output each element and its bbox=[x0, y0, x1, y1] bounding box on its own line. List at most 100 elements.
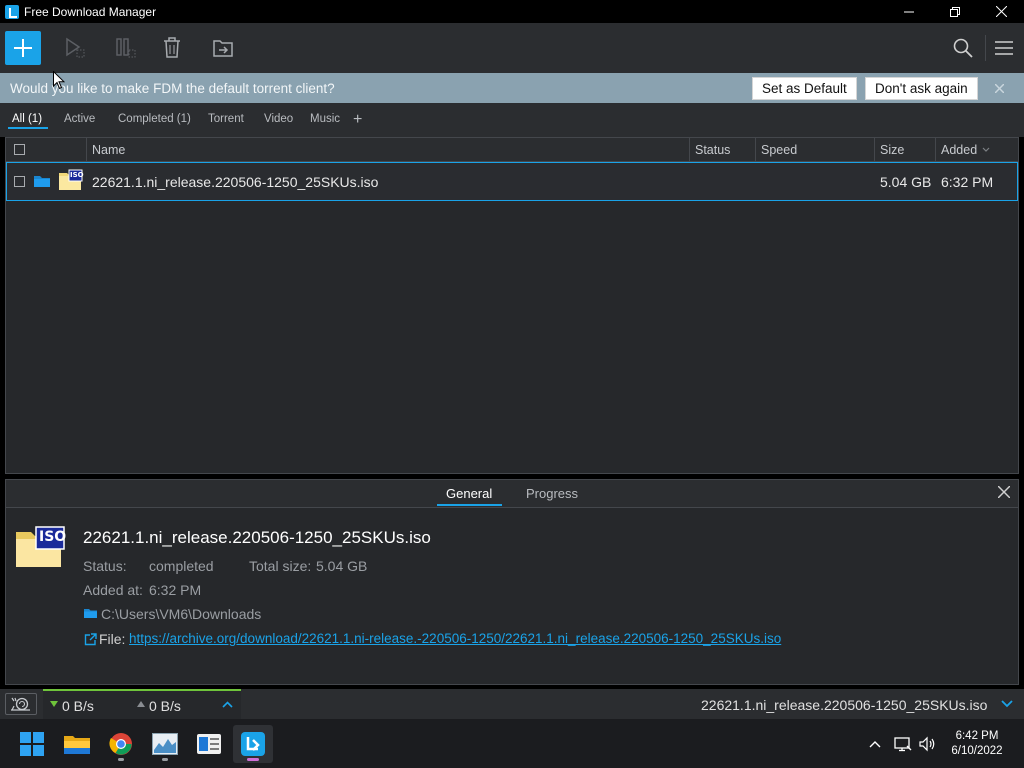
file-source-link[interactable]: https://archive.org/download/22621.1.ni-… bbox=[129, 631, 781, 646]
fdm-icon bbox=[241, 732, 265, 756]
tab-music[interactable]: Music bbox=[310, 113, 340, 125]
set-as-default-button[interactable]: Set as Default bbox=[752, 77, 857, 100]
add-filter-button[interactable]: + bbox=[353, 111, 362, 129]
upload-speed: 0 B/s bbox=[149, 698, 181, 714]
filter-tabs: All (1) Active Completed (1) Torrent Vid… bbox=[0, 103, 1024, 137]
details-filename: 22621.1.ni_release.220506-1250_25SKUs.is… bbox=[83, 528, 431, 547]
minimize-button[interactable] bbox=[886, 0, 932, 23]
task-manager-icon bbox=[152, 733, 178, 755]
iso-large-icon-text: ISO bbox=[39, 529, 67, 545]
close-icon bbox=[994, 83, 1004, 93]
chrome-icon bbox=[109, 733, 132, 755]
download-folder-path[interactable]: C:\Users\VM6\Downloads bbox=[101, 606, 261, 622]
row-checkbox[interactable] bbox=[14, 176, 25, 187]
mouse-cursor-icon bbox=[53, 71, 65, 90]
table-header: Name Status Speed Size Added bbox=[6, 138, 1018, 162]
close-icon bbox=[997, 485, 1011, 499]
close-window-button[interactable] bbox=[978, 0, 1024, 23]
close-icon bbox=[995, 6, 1007, 17]
folder-move-icon bbox=[213, 40, 233, 57]
active-tab-indicator bbox=[8, 127, 48, 129]
download-speed: 0 B/s bbox=[62, 698, 94, 714]
upload-arrow-icon bbox=[137, 701, 145, 707]
status-value: completed bbox=[149, 558, 214, 574]
chevron-down-icon[interactable] bbox=[1000, 697, 1014, 711]
main-menu-button[interactable] bbox=[992, 36, 1016, 60]
clock-time: 6:42 PM bbox=[955, 730, 999, 742]
open-folder-icon[interactable] bbox=[34, 174, 51, 188]
status-label: Status: bbox=[83, 558, 127, 574]
column-added[interactable]: Added bbox=[935, 138, 1018, 161]
restore-icon bbox=[950, 6, 960, 17]
speed-limit-button[interactable] bbox=[5, 693, 37, 715]
tab-video[interactable]: Video bbox=[264, 113, 293, 125]
tab-torrent[interactable]: Torrent bbox=[208, 113, 244, 125]
tab-general[interactable]: General bbox=[446, 486, 492, 501]
column-size[interactable]: Size bbox=[874, 138, 935, 161]
hamburger-menu-icon bbox=[995, 41, 1013, 55]
taskbar-news[interactable] bbox=[189, 725, 229, 763]
move-files-button[interactable] bbox=[211, 36, 235, 60]
add-download-button[interactable] bbox=[5, 31, 41, 65]
column-status[interactable]: Status bbox=[689, 138, 755, 161]
total-size-label: Total size: bbox=[249, 558, 312, 574]
chevron-up-icon bbox=[222, 701, 233, 708]
taskbar-task-manager[interactable] bbox=[145, 725, 185, 763]
sort-chevron-down-icon bbox=[982, 147, 990, 152]
tab-all[interactable]: All (1) bbox=[12, 113, 42, 125]
status-current-file: 22621.1.ni_release.220506-1250_25SKUs.is… bbox=[701, 697, 988, 713]
row-added: 6:32 PM bbox=[941, 173, 994, 190]
dont-ask-again-button[interactable]: Don't ask again bbox=[865, 77, 978, 100]
table-row[interactable]: ISO 22621.1.ni_release.220506-1250_25SKU… bbox=[6, 162, 1018, 201]
snail-icon bbox=[11, 697, 30, 711]
system-clock[interactable]: 6:42 PM 6/10/2022 bbox=[946, 729, 1008, 759]
delete-button[interactable] bbox=[160, 36, 184, 60]
default-torrent-notice: Would you like to make FDM the default t… bbox=[0, 73, 1024, 103]
network-icon bbox=[894, 737, 912, 752]
restore-button[interactable] bbox=[932, 0, 978, 23]
download-arrow-icon bbox=[50, 701, 58, 707]
column-speed[interactable]: Speed bbox=[755, 138, 874, 161]
window-controls bbox=[886, 0, 1024, 23]
external-link-icon bbox=[84, 633, 97, 646]
window-title: Free Download Manager bbox=[24, 4, 157, 19]
pause-button[interactable] bbox=[113, 36, 137, 60]
iso-file-large-icon: ISO bbox=[15, 526, 67, 568]
trash-icon bbox=[164, 37, 180, 58]
running-indicator bbox=[118, 758, 124, 761]
news-icon bbox=[197, 734, 221, 754]
search-icon bbox=[953, 38, 973, 58]
taskbar-free-download-manager[interactable] bbox=[233, 725, 273, 763]
column-added-label: Added bbox=[941, 142, 978, 157]
details-close-button[interactable] bbox=[997, 485, 1012, 500]
tray-overflow-button[interactable] bbox=[866, 736, 884, 752]
speed-indicator[interactable]: 0 B/s 0 B/s bbox=[43, 689, 241, 719]
row-size: 5.04 GB bbox=[880, 173, 932, 190]
taskbar-chrome[interactable] bbox=[101, 725, 141, 763]
search-button[interactable] bbox=[951, 36, 975, 60]
volume-icon bbox=[919, 736, 935, 752]
column-name[interactable]: Name bbox=[86, 138, 689, 161]
network-button[interactable] bbox=[894, 736, 912, 752]
volume-button[interactable] bbox=[919, 736, 937, 752]
folder-icon bbox=[84, 609, 97, 618]
play-icon bbox=[66, 37, 85, 58]
plus-icon bbox=[14, 39, 32, 57]
tab-completed[interactable]: Completed (1) bbox=[118, 113, 191, 125]
taskbar-file-explorer[interactable] bbox=[57, 725, 97, 763]
start-button[interactable] bbox=[12, 725, 52, 763]
chevron-up-icon bbox=[869, 741, 881, 748]
select-all-checkbox[interactable] bbox=[14, 144, 25, 155]
start-icon bbox=[20, 732, 44, 756]
added-at-label: Added at: bbox=[83, 582, 143, 598]
iso-file-icon: ISO bbox=[58, 169, 84, 191]
details-tab-indicator bbox=[437, 504, 502, 506]
start-button[interactable] bbox=[63, 36, 87, 60]
notice-close-button[interactable] bbox=[992, 81, 1006, 95]
windows-taskbar: 6:42 PM 6/10/2022 bbox=[0, 719, 1024, 768]
tab-progress[interactable]: Progress bbox=[526, 486, 578, 501]
tab-active[interactable]: Active bbox=[64, 113, 95, 125]
running-indicator bbox=[162, 758, 168, 761]
downloads-table: Name Status Speed Size Added ISO 22621.1… bbox=[5, 137, 1019, 474]
status-bar: 0 B/s 0 B/s 22621.1.ni_release.220506-12… bbox=[0, 689, 1024, 719]
